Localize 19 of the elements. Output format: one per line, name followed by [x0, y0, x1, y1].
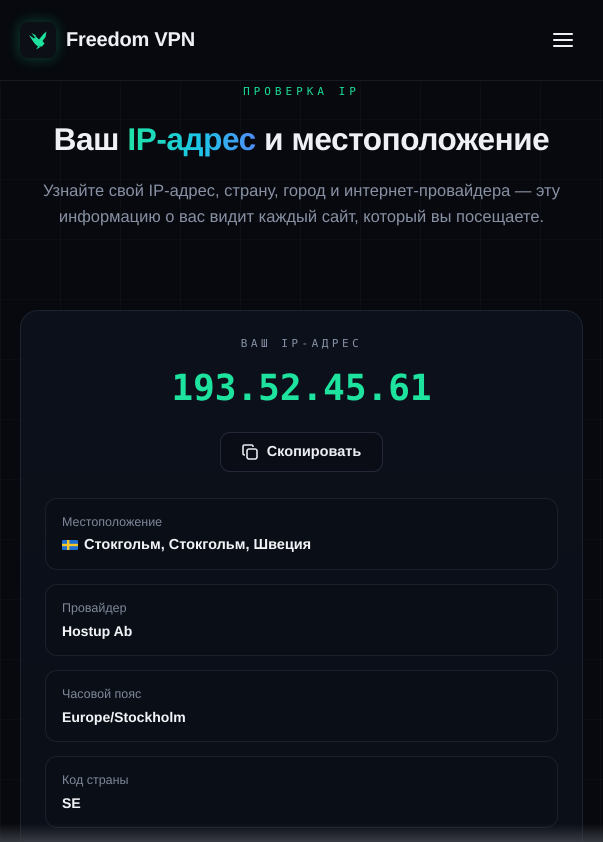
- bird-icon: [20, 22, 56, 58]
- info-value: Стокгольм, Стокгольм, Швеция: [84, 536, 312, 554]
- flag-icon: [62, 540, 78, 550]
- copy-icon: [242, 444, 258, 460]
- info-value: SE: [62, 794, 81, 812]
- page-title: Ваш IP-адрес и местоположение: [52, 121, 550, 158]
- brand-name[interactable]: Freedom VPN: [66, 28, 195, 52]
- menu-icon[interactable]: [553, 32, 573, 48]
- info-value: Europe/Stockholm: [62, 708, 186, 726]
- info-label: Местоположение: [62, 514, 164, 530]
- info-label: Код страны: [62, 772, 130, 788]
- info-value: Hostup Ab: [62, 622, 132, 640]
- ip-label: ВАШ IP-АДРЕС: [240, 337, 362, 351]
- ip-address: 193.52.45.61: [171, 367, 432, 411]
- page-subtitle: Узнайте свой IP-адрес, страну, город и интернет-провайдера — эту информацию о вас видит каждый сайт, который вы посещаете.: [42, 181, 562, 228]
- section-eyebrow: ПРОВЕРКА IP: [243, 85, 360, 99]
- info-label: Провайдер: [62, 600, 128, 616]
- copy-button[interactable]: Скопировать: [220, 432, 384, 472]
- info-label: Часовой пояс: [62, 686, 142, 702]
